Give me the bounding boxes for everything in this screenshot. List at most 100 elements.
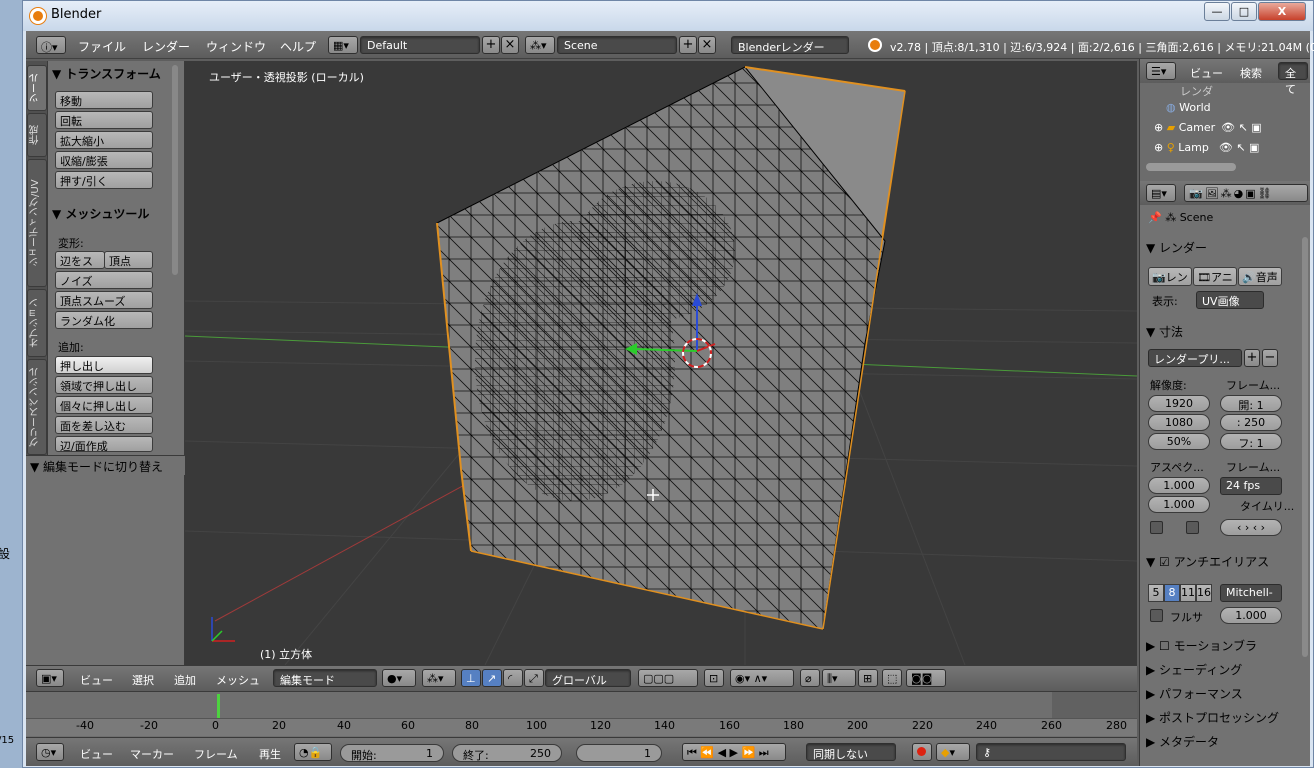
opengl-render-icon[interactable]: ⬚ bbox=[882, 669, 902, 687]
menu-playback[interactable]: 再生 bbox=[259, 746, 281, 762]
record-icon[interactable] bbox=[912, 743, 932, 761]
aa-filter-dropdown[interactable]: Mitchell- bbox=[1220, 584, 1282, 602]
properties-scrollbar[interactable] bbox=[1302, 237, 1308, 657]
scale-manipulator-icon[interactable]: ⤢ bbox=[524, 669, 544, 687]
menu-timeline-view[interactable]: ビュー bbox=[80, 746, 113, 762]
editor-type-3d-icon[interactable]: ▣▾ bbox=[36, 669, 64, 687]
add-preset-button[interactable]: + bbox=[1244, 349, 1260, 367]
resolution-y-field[interactable]: 1080 bbox=[1148, 414, 1210, 431]
tab-shading-uv[interactable]: シェーディング/UV bbox=[27, 159, 47, 287]
post-processing-panel-header[interactable]: ▶ ポストプロセッシング bbox=[1146, 709, 1292, 726]
menu-help[interactable]: ヘルプ bbox=[280, 38, 316, 55]
start-frame-field[interactable]: 開始: 1 bbox=[340, 744, 444, 762]
keying-icon[interactable]: ◆▾ bbox=[936, 743, 970, 761]
noise-button[interactable]: ノイズ bbox=[55, 271, 153, 289]
expand-icon[interactable]: ⊕ bbox=[1154, 141, 1167, 154]
snap-target-icon[interactable]: ⊞ bbox=[858, 669, 878, 687]
limit-selection-icon[interactable]: ⊡ bbox=[704, 669, 724, 687]
aspect-y-field[interactable]: 1.000 bbox=[1148, 496, 1210, 513]
manipulator-toggle-icon[interactable]: ⊥ bbox=[461, 669, 481, 687]
outliner-display-dropdown[interactable]: 全て bbox=[1278, 62, 1308, 96]
add-layout-button[interactable]: + bbox=[482, 36, 500, 54]
outliner-row-camera[interactable]: ⊕ ▰ Camer 👁 ↖ ▣ bbox=[1154, 121, 1262, 134]
end-frame-field[interactable]: 終了: 250 bbox=[452, 744, 562, 762]
transform-orientation-dropdown[interactable]: グローバル bbox=[545, 669, 631, 687]
filter-size-field[interactable]: 1.000 bbox=[1220, 607, 1282, 624]
extrude-dropdown[interactable]: 押し出し bbox=[55, 356, 153, 374]
fps-dropdown[interactable]: 24 fps bbox=[1220, 477, 1282, 495]
layout-name-field[interactable]: Default bbox=[360, 36, 480, 54]
visibility-icon[interactable]: 👁 ↖ ▣ bbox=[1219, 141, 1260, 154]
render-animation-icon[interactable]: ◙◙ bbox=[906, 669, 946, 687]
crop-checkbox[interactable] bbox=[1186, 521, 1199, 534]
pin-icon[interactable]: 📌 bbox=[1148, 211, 1165, 224]
remove-layout-button[interactable]: × bbox=[501, 36, 519, 54]
screen-layout-icon[interactable]: ▦▾ bbox=[328, 36, 358, 54]
antialiasing-panel-header[interactable]: ▼ ☑ アンチエイリアス bbox=[1146, 553, 1292, 570]
outliner-scrollbar[interactable] bbox=[1146, 163, 1236, 171]
snap-element-icon[interactable]: ⫼▾ bbox=[822, 669, 856, 687]
tab-create[interactable]: 作成 bbox=[27, 113, 47, 157]
performance-panel-header[interactable]: ▶ パフォーマンス bbox=[1146, 685, 1292, 702]
metadata-panel-header[interactable]: ▶ メタデータ bbox=[1146, 733, 1292, 750]
aa-samples-8[interactable]: 8 bbox=[1164, 584, 1180, 602]
tab-grease-pencil[interactable]: グリースペンシル bbox=[27, 359, 47, 455]
render-audio-button[interactable]: 🔊音声 bbox=[1238, 267, 1282, 286]
push-pull-button[interactable]: 押す/引く bbox=[55, 171, 153, 189]
snap-icon[interactable]: ⌀ bbox=[800, 669, 820, 687]
3d-viewport[interactable]: ユーザー・透視投影 (ローカル) (1) 立方体 bbox=[185, 61, 1137, 665]
full-sample-checkbox[interactable] bbox=[1150, 609, 1163, 622]
render-engine-dropdown[interactable]: Blenderレンダー bbox=[731, 36, 849, 54]
scene-name-field[interactable]: Scene bbox=[557, 36, 677, 54]
frame-step-field[interactable]: フ: 1 bbox=[1220, 433, 1282, 450]
time-remap-field[interactable]: ‹ › ‹ › bbox=[1220, 519, 1282, 536]
make-edge-face-button[interactable]: 辺/面作成 bbox=[55, 436, 153, 452]
proportional-editing-icon[interactable]: ◉▾ ∧▾ bbox=[730, 669, 794, 687]
expand-icon[interactable]: ⊕ bbox=[1154, 121, 1167, 134]
aa-samples-11[interactable]: 11 bbox=[1180, 584, 1196, 602]
editor-type-info-icon[interactable]: ⓘ▾ bbox=[36, 36, 66, 54]
sync-mode-dropdown[interactable]: 同期しない bbox=[806, 743, 896, 761]
close-button[interactable]: X bbox=[1258, 2, 1306, 21]
editor-type-outliner-icon[interactable]: ☰▾ bbox=[1146, 62, 1176, 80]
vertex-slide-button[interactable]: 頂点 bbox=[104, 251, 153, 269]
tab-tools[interactable]: ツール bbox=[27, 65, 47, 111]
scale-button[interactable]: 拡大縮小 bbox=[55, 131, 153, 149]
outliner-row-lamp[interactable]: ⊕ ♀ Lamp 👁 ↖ ▣ bbox=[1154, 141, 1259, 154]
minimize-button[interactable]: — bbox=[1204, 2, 1230, 21]
pivot-point-icon[interactable]: ⁂▾ bbox=[422, 669, 456, 687]
add-scene-button[interactable]: + bbox=[679, 36, 697, 54]
border-checkbox[interactable] bbox=[1150, 521, 1163, 534]
aa-samples-5[interactable]: 5 bbox=[1148, 584, 1164, 602]
resolution-percent-field[interactable]: 50% bbox=[1148, 433, 1210, 450]
preview-range-icon[interactable]: ◔🔒 bbox=[294, 743, 332, 761]
motion-blur-panel-header[interactable]: ▶ ☐ モーションブラ bbox=[1146, 637, 1292, 654]
render-panel-header[interactable]: ▼ レンダー bbox=[1146, 239, 1292, 256]
rotate-button[interactable]: 回転 bbox=[55, 111, 153, 129]
transform-panel-header[interactable]: ▼ トランスフォーム bbox=[52, 65, 172, 82]
select-mode-icons[interactable]: ▢▢▢ bbox=[638, 669, 698, 687]
render-animation-button[interactable]: 🎞アニ bbox=[1193, 267, 1237, 286]
toolshelf-scrollbar[interactable] bbox=[172, 65, 178, 275]
current-frame-field[interactable]: 1 bbox=[576, 744, 662, 762]
translate-button[interactable]: 移動 bbox=[55, 91, 153, 109]
edge-slide-button[interactable]: 辺をス bbox=[55, 251, 105, 269]
properties-context-tabs[interactable]: 📷🖼⁂◕▣⛓ bbox=[1184, 184, 1308, 202]
timeline[interactable]: -40 -20 0 20 40 60 80 100 120 140 160 18… bbox=[26, 691, 1137, 737]
aspect-x-field[interactable]: 1.000 bbox=[1148, 477, 1210, 494]
outliner-row-world[interactable]: ◍ World bbox=[1166, 101, 1211, 114]
menu-render[interactable]: レンダー bbox=[142, 38, 190, 55]
extrude-individual-button[interactable]: 個々に押し出し bbox=[55, 396, 153, 414]
smooth-vertex-button[interactable]: 頂点スムーズ bbox=[55, 291, 153, 309]
menu-select[interactable]: 選択 bbox=[132, 672, 154, 688]
outliner-row-render[interactable]: レンダ bbox=[1180, 83, 1213, 99]
menu-marker[interactable]: マーカー bbox=[130, 746, 174, 762]
render-preset-dropdown[interactable]: レンダープリ... bbox=[1148, 349, 1242, 367]
resolution-x-field[interactable]: 1920 bbox=[1148, 395, 1210, 412]
rotate-manipulator-icon[interactable]: ◜ bbox=[503, 669, 523, 687]
extrude-region-button[interactable]: 領域で押し出し bbox=[55, 376, 153, 394]
menu-window[interactable]: ウィンドウ bbox=[206, 38, 266, 55]
playback-controls-icons[interactable]: ⏮ ⏪ ◀ ▶ ⏩ ⏭ bbox=[682, 743, 786, 761]
menu-file[interactable]: ファイル bbox=[78, 38, 126, 55]
shrink-fatten-button[interactable]: 収縮/膨張 bbox=[55, 151, 153, 169]
